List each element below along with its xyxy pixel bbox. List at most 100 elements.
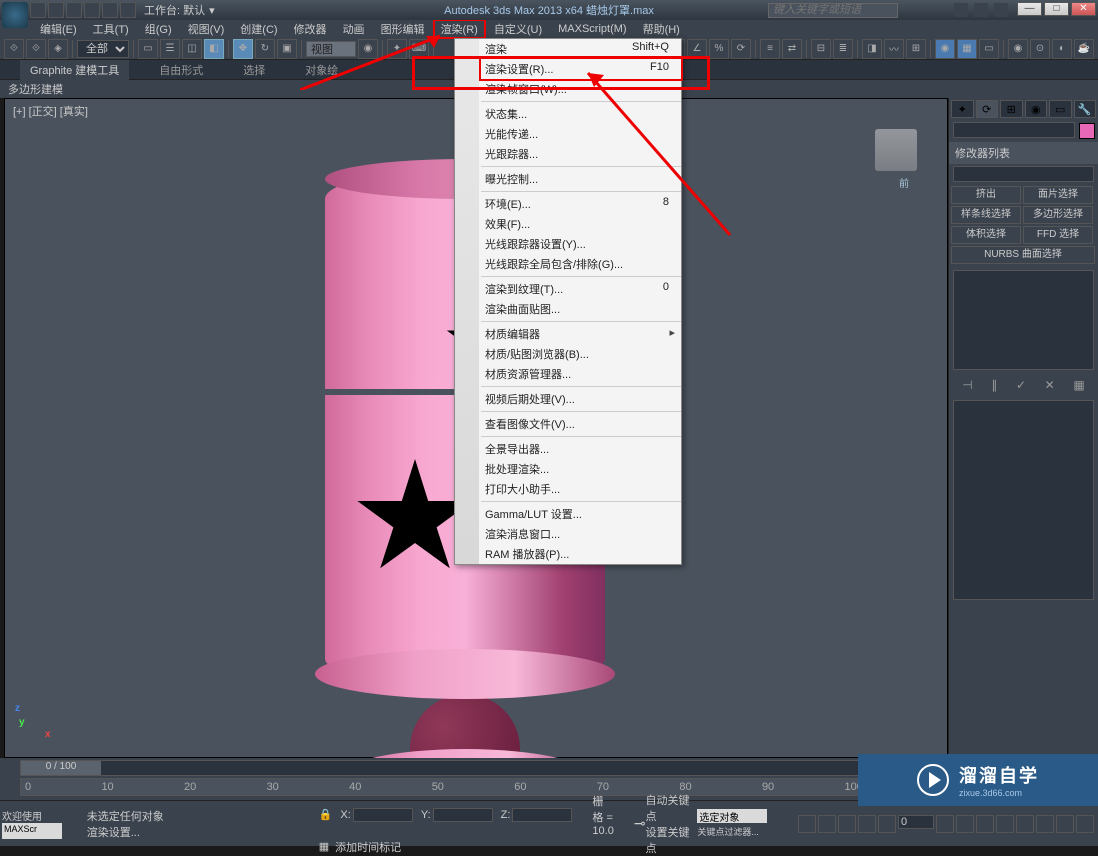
percent-snap-icon[interactable]: % xyxy=(709,39,729,59)
rp-btn-volume[interactable]: 体积选择 xyxy=(951,226,1021,244)
pan-icon[interactable] xyxy=(976,815,994,833)
qat-open[interactable] xyxy=(48,2,64,18)
current-frame[interactable]: 0 xyxy=(898,815,934,829)
render-setup-icon[interactable]: ▦ xyxy=(957,39,977,59)
selection-filter[interactable]: 全部 xyxy=(77,40,129,58)
graphite-icon[interactable]: ◨ xyxy=(862,39,882,59)
dropdown-item[interactable]: 视频后期处理(V)... xyxy=(481,389,681,409)
search-input[interactable] xyxy=(768,3,898,18)
modifier-list-dropdown[interactable] xyxy=(953,166,1094,182)
layers-icon[interactable]: ≣ xyxy=(833,39,853,59)
link-icon[interactable]: ⟐ xyxy=(4,39,24,59)
modify-tab-icon[interactable]: ⟳ xyxy=(976,100,999,118)
dropdown-item[interactable]: 全景导出器... xyxy=(481,439,681,459)
coord-y-field[interactable] xyxy=(433,808,493,822)
angle-snap-icon[interactable]: ∠ xyxy=(687,39,707,59)
fov-icon[interactable] xyxy=(1056,815,1074,833)
rp-btn-patch[interactable]: 面片选择 xyxy=(1023,186,1093,204)
maximize-button[interactable]: □ xyxy=(1044,2,1069,16)
help-icon[interactable] xyxy=(994,3,1008,17)
dropdown-item[interactable]: Gamma/LUT 设置... xyxy=(481,504,681,524)
goto-end-icon[interactable] xyxy=(878,815,896,833)
modifier-stack[interactable] xyxy=(953,270,1094,370)
dropdown-item[interactable]: RAM 播放器(P)... xyxy=(481,544,681,564)
viewport-label[interactable]: [+] [正交] [真实] xyxy=(13,103,88,119)
render-frame-icon[interactable]: ▭ xyxy=(979,39,999,59)
rp-btn-extrude[interactable]: 挤出 xyxy=(951,186,1021,204)
next-frame-icon[interactable] xyxy=(858,815,876,833)
add-time-tag[interactable]: 添加时间标记 xyxy=(335,839,401,855)
utilities-tab-icon[interactable]: 🔧 xyxy=(1074,100,1097,118)
hierarchy-tab-icon[interactable]: ⊞ xyxy=(1000,100,1023,118)
zoom-icon[interactable] xyxy=(996,815,1014,833)
render-icon[interactable]: ☕ xyxy=(1074,39,1094,59)
schematic-icon[interactable]: ⊞ xyxy=(906,39,926,59)
remove-icon[interactable]: ✕ xyxy=(1045,378,1055,392)
minimize-button[interactable]: — xyxy=(1017,2,1042,16)
menu-create[interactable]: 创建(C) xyxy=(232,19,285,39)
scale-icon[interactable]: ▣ xyxy=(277,39,297,59)
dropdown-item[interactable]: 材质资源管理器... xyxy=(481,364,681,384)
dropdown-item[interactable]: 渲染帧窗口(W)... xyxy=(481,79,681,99)
ribbon-paint[interactable]: 对象绘 xyxy=(295,60,348,80)
ribbon-graphite[interactable]: Graphite 建模工具 xyxy=(20,60,129,80)
auto-key-button[interactable]: 自动关键点 xyxy=(646,792,694,824)
dropdown-item[interactable]: 材质/贴图浏览器(B)... xyxy=(481,344,681,364)
coord-x-field[interactable] xyxy=(353,808,413,822)
menu-graph[interactable]: 图形编辑 xyxy=(373,19,433,39)
dropdown-item[interactable]: 光线跟踪器设置(Y)... xyxy=(481,234,681,254)
lock-icon[interactable]: 🔒 xyxy=(319,808,333,821)
key-icon[interactable]: ⊸ xyxy=(634,815,646,831)
pin-icon[interactable]: ⊣ xyxy=(962,378,972,392)
rotate-icon[interactable]: ↻ xyxy=(255,39,275,59)
dropdown-item[interactable]: 材质编辑器▸ xyxy=(481,324,681,344)
named-sel-icon[interactable]: ≡ xyxy=(760,39,780,59)
render-prod-icon[interactable]: ◉ xyxy=(1008,39,1028,59)
config-icon[interactable]: ▦ xyxy=(1073,378,1084,392)
show-icon[interactable]: ∥ xyxy=(991,378,997,392)
curve-editor-icon[interactable]: 〰 xyxy=(884,39,904,59)
rp-btn-poly[interactable]: 多边形选择 xyxy=(1023,206,1093,224)
align-icon[interactable]: ⊟ xyxy=(811,39,831,59)
select-region-icon[interactable]: ◫ xyxy=(182,39,202,59)
create-tab-icon[interactable]: ✦ xyxy=(951,100,974,118)
motion-tab-icon[interactable]: ◉ xyxy=(1025,100,1048,118)
dropdown-item[interactable]: 光能传递... xyxy=(481,124,681,144)
dropdown-item[interactable]: 打印大小助手... xyxy=(481,479,681,499)
select-name-icon[interactable]: ☰ xyxy=(160,39,180,59)
viewcube[interactable] xyxy=(875,129,917,171)
time-tag-icon[interactable]: ▦ xyxy=(319,840,329,853)
rollout-area[interactable] xyxy=(953,400,1094,600)
key-filter[interactable]: 关键点过滤器... xyxy=(697,825,767,838)
dropdown-item[interactable]: 效果(F)... xyxy=(481,214,681,234)
prev-frame-icon[interactable] xyxy=(818,815,836,833)
ribbon-select[interactable]: 选择 xyxy=(233,60,275,80)
pivot-icon[interactable]: ◉ xyxy=(358,39,378,59)
display-tab-icon[interactable]: ▭ xyxy=(1049,100,1072,118)
material-editor-icon[interactable]: ◉ xyxy=(935,39,955,59)
coord-system[interactable] xyxy=(306,41,356,57)
dropdown-item[interactable]: 渲染到纹理(T)...0 xyxy=(481,279,681,299)
goto-start-icon[interactable] xyxy=(798,815,816,833)
manipulate-icon[interactable]: ✦ xyxy=(387,39,407,59)
keyboard-icon[interactable]: ⌨ xyxy=(409,39,429,59)
dropdown-item[interactable]: 环境(E)...8 xyxy=(481,194,681,214)
coord-z-field[interactable] xyxy=(512,808,572,822)
info-icon[interactable] xyxy=(954,3,968,17)
spinner-snap-icon[interactable]: ⟳ xyxy=(731,39,751,59)
app-logo[interactable] xyxy=(2,2,28,28)
rp-btn-nurbs[interactable]: NURBS 曲面选择 xyxy=(951,246,1095,264)
qat-save[interactable] xyxy=(66,2,82,18)
unlink-icon[interactable]: ⟐ xyxy=(26,39,46,59)
unique-icon[interactable]: ✓ xyxy=(1016,378,1026,392)
menu-modifiers[interactable]: 修改器 xyxy=(286,19,335,39)
dropdown-item[interactable]: 曝光控制... xyxy=(481,169,681,189)
bind-icon[interactable]: ◈ xyxy=(48,39,68,59)
select-icon[interactable]: ▭ xyxy=(138,39,158,59)
dropdown-item[interactable]: 光跟踪器... xyxy=(481,144,681,164)
workspace-selector[interactable]: 工作台: 默认 ▾ xyxy=(144,2,215,18)
menu-tools[interactable]: 工具(T) xyxy=(85,19,137,39)
orbit-icon[interactable] xyxy=(1016,815,1034,833)
set-key-button[interactable]: 设置关键点 xyxy=(646,824,694,856)
object-name-field[interactable] xyxy=(953,122,1075,138)
